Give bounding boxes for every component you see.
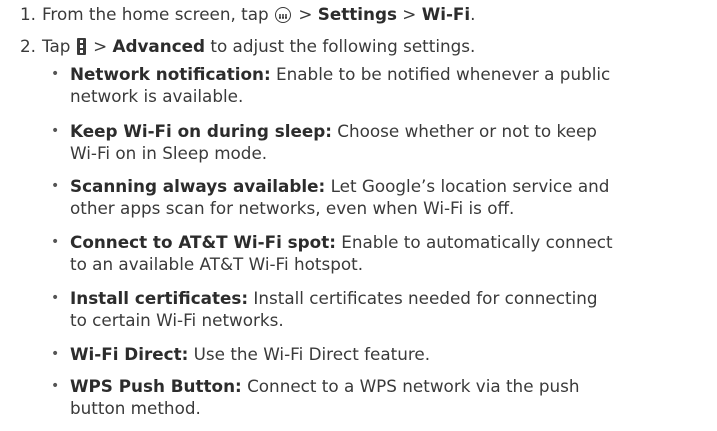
setting-desc-cont: network is available. [70, 86, 244, 106]
setting-desc: Connect to a WPS network via the push [241, 376, 580, 396]
menu-icon [76, 38, 86, 55]
bullet-scanning-available: • [51, 178, 60, 194]
setting-desc-cont: button method. [70, 398, 201, 418]
setting-term: Wi-Fi Direct: [70, 344, 189, 364]
step-1-separator-1: > [293, 4, 318, 24]
setting-install-certificates: Install certificates: Install certificat… [70, 287, 715, 331]
step-1-number: 1. [20, 4, 37, 24]
step-2-advanced: Advanced [112, 36, 206, 56]
setting-desc-cont: to certain Wi-Fi networks. [70, 310, 284, 330]
setting-desc: Use the Wi-Fi Direct feature. [188, 344, 431, 364]
setting-network-notification: Network notification: Enable to be notif… [70, 63, 715, 107]
step-1-settings: Settings [317, 4, 397, 24]
bullet-keep-wifi-on: • [51, 123, 60, 139]
setting-connect-att-wifi: Connect to AT&T Wi-Fi spot: Enable to au… [70, 231, 715, 275]
step-1-intro: From the home screen, tap [42, 4, 274, 24]
step-2-intro: Tap [42, 36, 76, 56]
setting-desc: Enable to be notified whenever a public [270, 64, 611, 84]
setting-desc: Install certificates needed for connecti… [248, 288, 598, 308]
setting-term: Install certificates: [70, 288, 249, 308]
bullet-wifi-direct: • [51, 346, 60, 362]
bullet-install-certificates: • [51, 290, 60, 306]
setting-desc-cont: Wi-Fi on in Sleep mode. [70, 143, 268, 163]
setting-term: WPS Push Button: [70, 376, 242, 396]
setting-desc-cont: to an available AT&T Wi-Fi hotspot. [70, 254, 364, 274]
bullet-network-notification: • [51, 66, 60, 82]
step-2-rest: to adjust the following settings. [205, 36, 476, 56]
setting-term: Keep Wi-Fi on during sleep: [70, 121, 332, 141]
step-1-period: . [470, 4, 476, 24]
setting-term: Network notification: [70, 64, 271, 84]
bullet-wps-push-button: • [51, 378, 60, 394]
bullet-connect-att-wifi: • [51, 234, 60, 250]
setting-scanning-available: Scanning always available: Let Google’s … [70, 175, 715, 219]
step-1-separator-2: > [396, 4, 422, 24]
setting-desc-cont: other apps scan for networks, even when … [70, 198, 515, 218]
setting-desc: Let Google’s location service and [325, 176, 610, 196]
apps-icon [275, 7, 291, 23]
step-2-separator: > [87, 36, 113, 56]
setting-wps-push-button: WPS Push Button: Connect to a WPS networ… [70, 375, 715, 419]
setting-term: Scanning always available: [70, 176, 326, 196]
setting-desc: Enable to automatically connect [335, 232, 613, 252]
step-1-text: From the home screen, tap > Settings > W… [42, 3, 475, 25]
instruction-document: 1. From the home screen, tap > Settings … [0, 0, 717, 431]
step-2-number: 2. [20, 36, 37, 56]
setting-wifi-direct: Wi-Fi Direct: Use the Wi-Fi Direct featu… [70, 343, 715, 365]
setting-keep-wifi-on: Keep Wi-Fi on during sleep: Choose wheth… [70, 120, 715, 164]
setting-desc: Choose whether or not to keep [331, 121, 597, 141]
step-1-wifi: Wi-Fi [421, 4, 471, 24]
step-2-text: Tap > Advanced to adjust the following s… [42, 35, 475, 57]
setting-term: Connect to AT&T Wi-Fi spot: [70, 232, 336, 252]
